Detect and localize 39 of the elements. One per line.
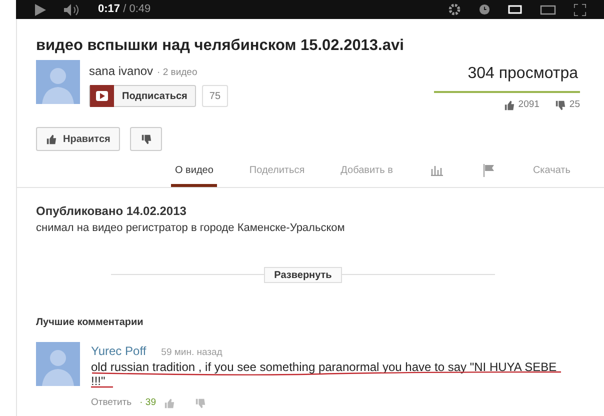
- like-count: 2091: [518, 98, 540, 112]
- comment-text: old russian tradition , if you see something paranormal you have to say "NI HUYA SEBE !!!": [91, 360, 558, 388]
- play-icon[interactable]: [34, 4, 46, 16]
- flag-icon: [482, 164, 495, 178]
- subscribe-button[interactable]: Подписаться: [89, 85, 196, 108]
- volume-icon[interactable]: [64, 4, 80, 16]
- view-count: 304 просмотра: [468, 64, 578, 84]
- fullscreen-icon[interactable]: [574, 4, 586, 16]
- thumbs-up-icon: [164, 398, 175, 409]
- small-player-icon[interactable]: [508, 5, 522, 14]
- large-player-icon[interactable]: [540, 4, 556, 14]
- thumbs-down-icon: [194, 398, 206, 409]
- comment-score: · 39: [140, 396, 156, 410]
- video-play-icon: [90, 85, 114, 108]
- subscriber-count: 75: [202, 85, 228, 108]
- video-count: · 2 видео: [157, 66, 198, 80]
- clock-icon[interactable]: [479, 4, 490, 15]
- comment-author[interactable]: Yurec Poff: [91, 342, 146, 360]
- settings-icon[interactable]: [448, 3, 461, 16]
- comments-heading: Лучшие комментарии: [36, 316, 144, 330]
- comment-time: 59 мин. назад: [161, 346, 222, 360]
- thumbs-down-icon: [555, 100, 566, 111]
- published-date: Опубликовано 14.02.2013: [36, 203, 188, 220]
- thumbs-down-icon: [140, 134, 152, 145]
- video-description: снимал на видео регистратор в городе Каменске-Уральском: [36, 221, 346, 236]
- thumbs-up-icon: [46, 134, 57, 145]
- reply-link[interactable]: Ответить: [91, 396, 132, 410]
- dislike-count: 25: [569, 98, 580, 112]
- expand-button[interactable]: Развернуть: [264, 266, 342, 283]
- like-button[interactable]: Нравится: [36, 127, 120, 152]
- video-title: видео вспышки над челябинском 15.02.2013.avi: [36, 36, 405, 56]
- avatar: [36, 342, 80, 386]
- dislike-button[interactable]: [130, 127, 162, 152]
- bar-chart-icon: [430, 165, 443, 176]
- time-display: 0:17 / 0:49: [98, 2, 151, 18]
- tab[interactable]: О видео: [171, 157, 218, 188]
- thumbs-up-icon: [504, 100, 516, 111]
- avatar: [36, 60, 80, 104]
- channel-name[interactable]: sana ivanov: [89, 62, 154, 80]
